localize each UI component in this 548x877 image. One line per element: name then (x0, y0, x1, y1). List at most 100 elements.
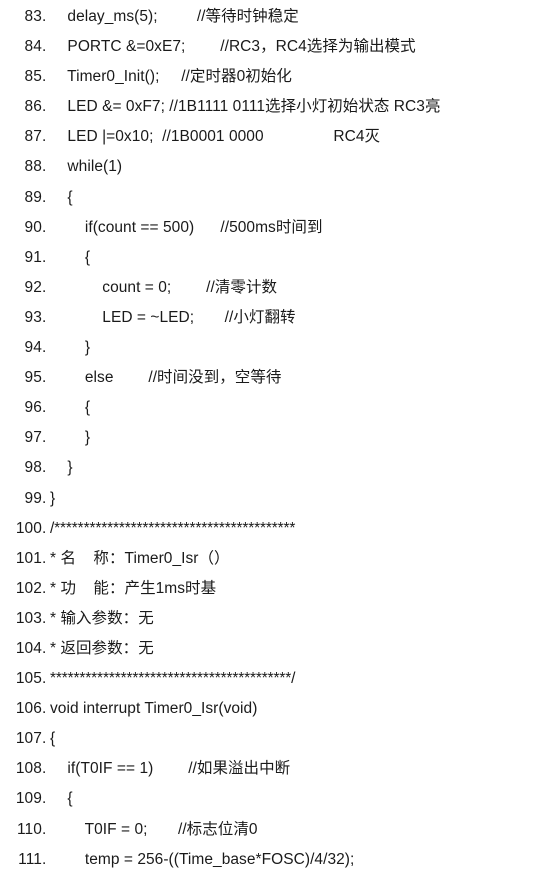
code-line: 85. Timer0_Init(); //定时器0初始化 (0, 62, 548, 92)
code-text: } (50, 339, 91, 357)
code-text: * 返回参数：无 (50, 639, 154, 657)
code-line: 102. * 功 能：产生1ms时基 (0, 574, 548, 604)
code-text: void interrupt Timer0_Isr(void) (50, 700, 258, 718)
line-number: 88 (24, 158, 42, 176)
code-text: else //时间没到，空等待 (50, 369, 282, 387)
code-line: 92. count = 0; //清零计数 (0, 273, 548, 303)
line-number: 98 (24, 459, 42, 477)
line-number-separator: . (42, 188, 47, 206)
line-number: 89 (24, 188, 42, 206)
line-number-separator: . (42, 128, 47, 146)
code-text: if(T0IF == 1) //如果溢出中断 (50, 760, 291, 778)
line-number-separator: . (42, 429, 47, 447)
code-line: 94. } (0, 333, 548, 363)
code-line: 103. * 输入参数：无 (0, 604, 548, 634)
line-number-separator: . (42, 700, 47, 718)
line-number: 111 (18, 850, 42, 868)
code-text: { (50, 188, 73, 206)
line-number-separator: . (42, 248, 47, 266)
line-number-separator: . (42, 579, 47, 597)
code-text: if(count == 500) //500ms时间到 (50, 218, 323, 236)
code-text: } (50, 459, 73, 477)
code-line: 95. else //时间没到，空等待 (0, 363, 548, 393)
code-line: 106. void interrupt Timer0_Isr(void) (0, 694, 548, 724)
line-number-separator: . (42, 308, 47, 326)
line-number-separator: . (42, 369, 47, 387)
line-number: 102 (15, 579, 42, 597)
code-line: 98. } (0, 453, 548, 483)
code-line: 105. ************************************… (0, 664, 548, 694)
line-number-separator: . (42, 639, 47, 657)
code-text: /***************************************… (50, 519, 296, 537)
code-line: 109. { (0, 784, 548, 814)
line-number: 84 (24, 38, 42, 56)
line-number: 86 (24, 98, 42, 116)
line-number-separator: . (42, 549, 47, 567)
code-text: * 功 能：产生1ms时基 (50, 579, 217, 597)
line-number: 85 (24, 68, 42, 86)
code-text: LED = ~LED; //小灯翻转 (50, 308, 296, 326)
line-number-separator: . (42, 609, 47, 627)
code-listing: 83. delay_ms(5); //等待时钟稳定 84. PORTC &=0xE… (0, 0, 548, 875)
code-text: count = 0; //清零计数 (50, 278, 278, 296)
line-number: 97 (24, 429, 42, 447)
line-number: 90 (24, 218, 42, 236)
line-number-separator: . (42, 519, 47, 537)
line-number-separator: . (42, 820, 47, 838)
line-number: 104 (15, 639, 42, 657)
line-number-separator: . (42, 790, 47, 808)
code-line: 111. temp = 256-((Time_base*FOSC)/4/32); (0, 845, 548, 875)
line-number: 108 (15, 760, 42, 778)
line-number-separator: . (42, 8, 47, 25)
line-number-separator: . (42, 399, 47, 417)
code-line: 108. if(T0IF == 1) //如果溢出中断 (0, 754, 548, 784)
line-number-separator: . (42, 98, 47, 116)
line-number: 110 (16, 820, 42, 838)
code-line: 93. LED = ~LED; //小灯翻转 (0, 303, 548, 333)
code-text: LED &= 0xF7; //1B1111 0111选择小灯初始状态 RC3亮 (50, 98, 441, 116)
line-number: 94 (24, 339, 42, 357)
code-line: 86. LED &= 0xF7; //1B1111 0111选择小灯初始状态 R… (0, 92, 548, 122)
code-text: { (50, 248, 91, 266)
line-number: 91 (24, 248, 42, 266)
code-line: 101. * 名 称：Timer0_Isr（） (0, 544, 548, 574)
line-number: 101 (15, 549, 42, 567)
code-text: } (50, 429, 91, 447)
code-text: T0IF = 0; //标志位清0 (50, 820, 258, 838)
line-number: 109 (15, 790, 42, 808)
code-text: * 名 称：Timer0_Isr（） (50, 549, 230, 567)
line-number: 96 (24, 399, 42, 417)
code-line: 107.{ (0, 724, 548, 754)
line-number-separator: . (42, 339, 47, 357)
line-number-separator: . (42, 850, 47, 868)
code-line: 96. { (0, 393, 548, 423)
code-line: 88. while(1) (0, 152, 548, 182)
code-line: 100./***********************************… (0, 514, 548, 544)
code-line: 83. delay_ms(5); //等待时钟稳定 (0, 2, 548, 32)
code-line: 84. PORTC &=0xE7; //RC3，RC4选择为输出模式 (0, 32, 548, 62)
code-text: LED |=0x10; //1B0001 0000 RC4灭 (50, 128, 381, 146)
line-number: 87 (24, 128, 42, 146)
line-number: 92 (24, 278, 42, 296)
code-line: 104. * 返回参数：无 (0, 634, 548, 664)
line-number: 100 (15, 519, 42, 537)
line-number-separator: . (42, 68, 47, 86)
line-number: 103 (15, 609, 42, 627)
code-text: } (50, 489, 56, 507)
line-number: 99 (24, 489, 42, 507)
line-number: 93 (24, 308, 42, 326)
line-number-separator: . (42, 158, 47, 176)
line-number-separator: . (42, 38, 47, 56)
code-line: 87. LED |=0x10; //1B0001 0000 RC4灭 (0, 122, 548, 152)
code-line: 91. { (0, 243, 548, 273)
line-number: 83 (24, 8, 42, 25)
code-text: { (50, 730, 56, 748)
code-text: while(1) (50, 158, 123, 176)
line-number-separator: . (42, 489, 47, 507)
line-number: 95 (24, 369, 42, 387)
line-number-separator: . (42, 730, 47, 748)
code-text: temp = 256-((Time_base*FOSC)/4/32); (50, 850, 355, 868)
line-number: 105 (15, 670, 42, 688)
code-line: 90. if(count == 500) //500ms时间到 (0, 213, 548, 243)
code-text: ****************************************… (50, 670, 296, 688)
